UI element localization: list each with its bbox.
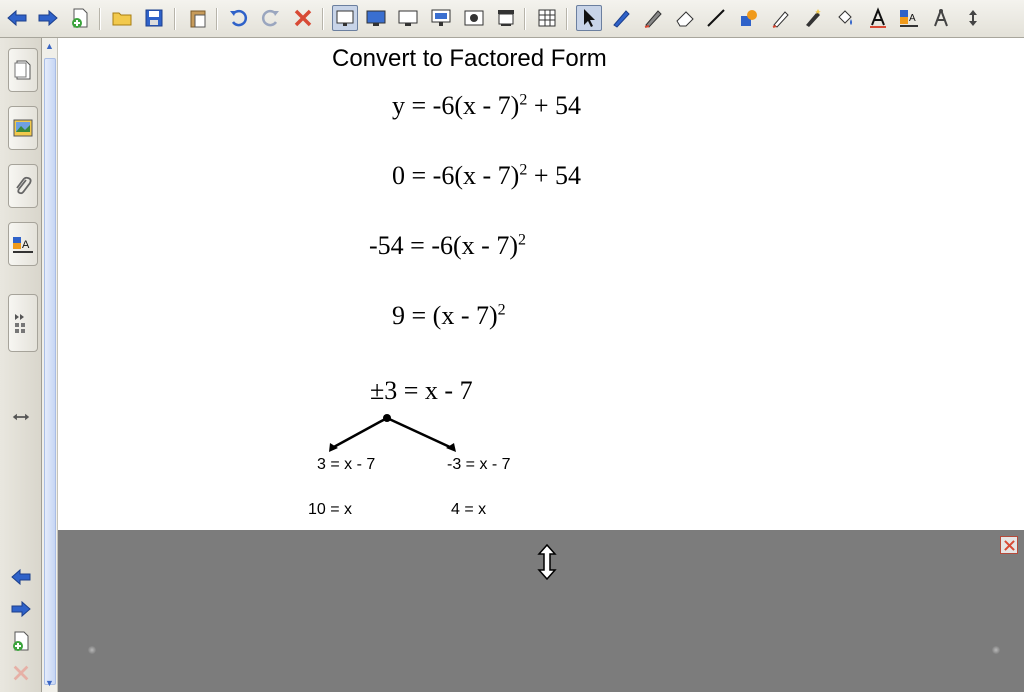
select-arrow-icon[interactable] <box>576 5 602 31</box>
table-icon[interactable] <box>534 5 560 31</box>
expand-grid-icon <box>15 314 25 333</box>
text-icon[interactable] <box>865 5 891 31</box>
drag-handle-left[interactable] <box>88 646 96 654</box>
attachments-tab[interactable] <box>8 164 38 208</box>
paste-icon[interactable] <box>185 5 211 31</box>
page-sorter-tab[interactable] <box>8 48 38 92</box>
whiteboard-canvas[interactable]: Convert to Factored Form y = -6(x - 7)2 … <box>58 38 1024 530</box>
shape-icon[interactable] <box>736 5 762 31</box>
undo-icon[interactable] <box>226 5 252 31</box>
full-screen-view-icon[interactable] <box>332 5 358 31</box>
equation-line-2: 0 = -6(x - 7)2 + 54 <box>392 161 581 190</box>
page-icon <box>14 60 31 80</box>
fill-icon[interactable] <box>832 5 858 31</box>
scroll-down-icon[interactable]: ▼ <box>44 678 55 689</box>
gallery-icon <box>13 119 33 137</box>
delete-page-icon[interactable] <box>8 662 34 684</box>
capture-icon[interactable] <box>461 5 487 31</box>
scroll-up-icon[interactable]: ▲ <box>44 41 55 52</box>
move-toolbar-icon[interactable] <box>960 5 986 31</box>
drag-handle-right[interactable] <box>992 646 1000 654</box>
add-ons-tab[interactable] <box>8 294 38 352</box>
eraser-icon[interactable] <box>672 5 698 31</box>
highlighter-icon[interactable] <box>768 5 794 31</box>
add-page-icon[interactable] <box>8 630 34 652</box>
previous-page-icon[interactable] <box>8 566 34 588</box>
branch-arrows <box>329 414 456 452</box>
next-page-icon[interactable] <box>8 598 34 620</box>
resize-cursor-icon <box>537 544 557 580</box>
equation-line-4: 9 = (x - 7)2 <box>392 301 506 330</box>
magic-pen-icon[interactable] <box>800 5 826 31</box>
result-right: 4 = x <box>451 501 487 518</box>
save-icon[interactable] <box>141 5 167 31</box>
redo-icon[interactable] <box>257 5 283 31</box>
equation-line-1: y = -6(x - 7)2 + 54 <box>392 91 581 120</box>
branch-right-equation: -3 = x - 7 <box>447 456 511 473</box>
measurement-icon[interactable] <box>928 5 954 31</box>
close-icon[interactable] <box>1000 536 1018 554</box>
branch-left-equation: 3 = x - 7 <box>317 456 376 473</box>
page-title: Convert to Factored Form <box>332 45 607 72</box>
scroll-thumb[interactable] <box>44 58 56 685</box>
creative-pen-icon[interactable] <box>640 5 666 31</box>
side-panel: A <box>0 38 42 692</box>
presentation-icon[interactable] <box>428 5 454 31</box>
properties-icon: A <box>13 237 33 253</box>
back-arrow-icon[interactable] <box>4 5 30 31</box>
svg-text:A: A <box>909 13 916 24</box>
line-icon[interactable] <box>703 5 729 31</box>
add-page-icon[interactable] <box>67 5 93 31</box>
plus-minus-equation: ±3 = x - 7 <box>370 376 473 405</box>
swap-side-icon[interactable] <box>8 406 34 428</box>
equation-line-3: -54 = -6(x - 7)2 <box>369 231 526 260</box>
result-left: 10 = x <box>308 501 353 518</box>
properties-icon[interactable]: A <box>896 5 922 31</box>
paperclip-icon <box>16 176 32 195</box>
gallery-tab[interactable] <box>8 106 38 150</box>
open-folder-icon[interactable] <box>109 5 135 31</box>
forward-arrow-icon[interactable] <box>35 5 61 31</box>
screen-shade-panel[interactable] <box>58 530 1024 692</box>
svg-text:A: A <box>22 239 30 251</box>
delete-icon[interactable] <box>290 5 316 31</box>
vertical-scrollbar[interactable]: ▲ ▼ <box>42 38 58 692</box>
main-toolbar: A <box>0 0 1024 38</box>
pen-icon[interactable] <box>608 5 634 31</box>
properties-tab[interactable]: A <box>8 222 38 266</box>
screen-shade-icon[interactable] <box>493 5 519 31</box>
screen-icon[interactable] <box>395 5 421 31</box>
display-icon[interactable] <box>363 5 389 31</box>
